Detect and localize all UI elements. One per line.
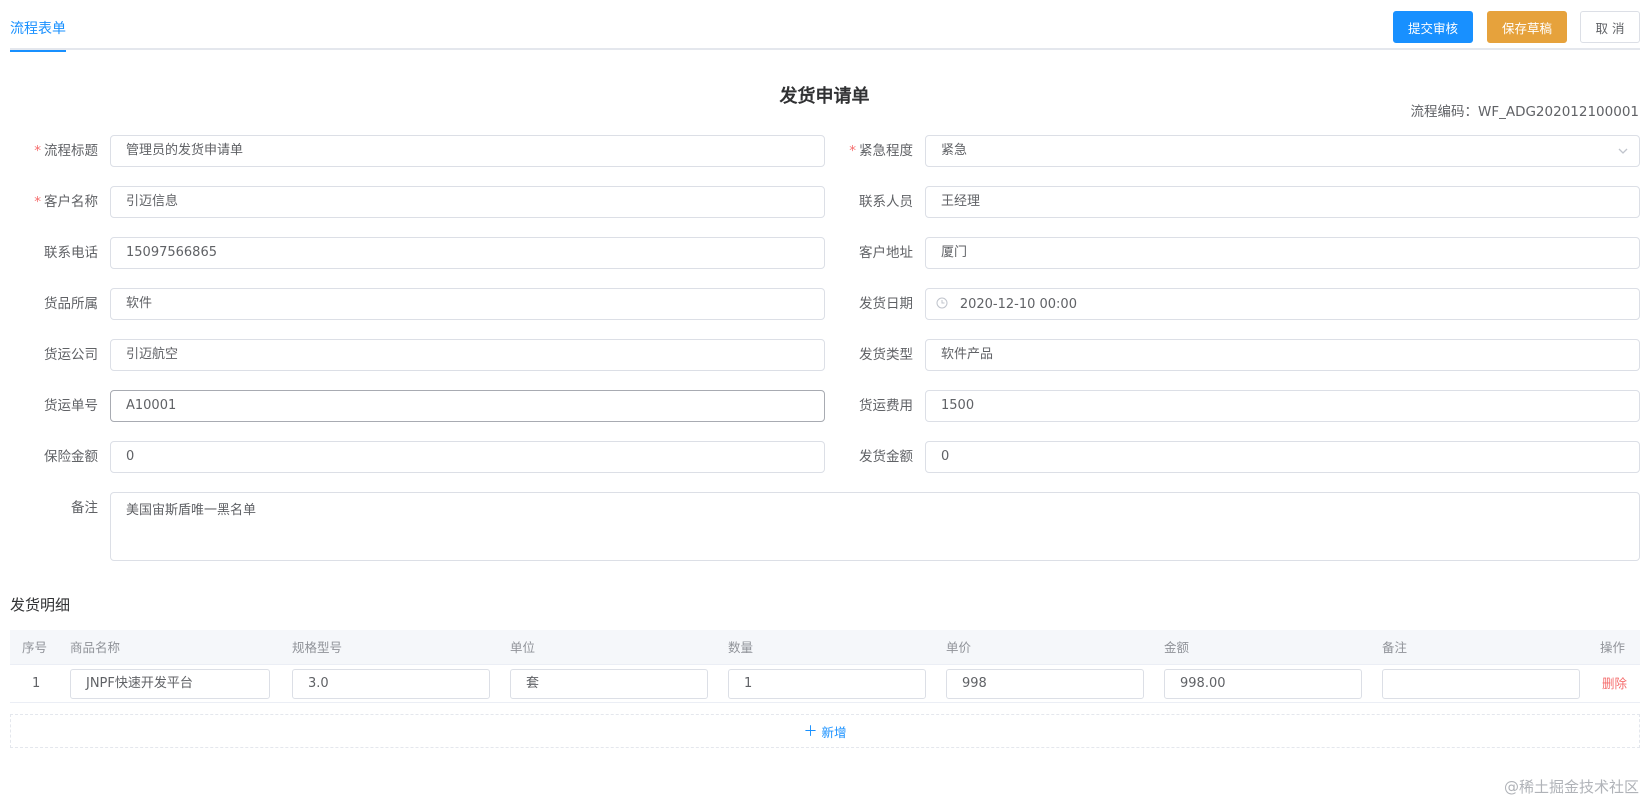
- urgency-select[interactable]: 紧急: [925, 135, 1640, 167]
- goods-category-input[interactable]: 软件: [110, 288, 825, 320]
- col-name: 商品名称: [70, 640, 121, 655]
- ship-type-input[interactable]: 软件产品: [925, 339, 1640, 371]
- remark-textarea[interactable]: 美国宙斯盾唯一黑名单: [110, 492, 1640, 561]
- ship-amount-label: 发货金额: [859, 449, 913, 465]
- col-remark: 备注: [1382, 640, 1408, 655]
- col-unit: 单位: [510, 640, 536, 655]
- delete-label[interactable]: 删除: [1602, 676, 1627, 691]
- form-title: 发货申请单: [779, 86, 870, 107]
- col-action: 操作: [1600, 640, 1626, 655]
- flow-title-input[interactable]: 管理员的发货申请单: [110, 135, 825, 167]
- ship-date-value: 2020-12-10 00:00: [959, 297, 1077, 312]
- flow-title-label: * 流程标题: [34, 143, 98, 159]
- freight-number-label: 货运单号: [44, 398, 98, 414]
- customer-name-label: * 客户名称: [34, 194, 98, 210]
- col-spec: 规格型号: [292, 640, 343, 655]
- delete-row-link[interactable]: 删除: [1602, 665, 1627, 703]
- top-bar: 流程表单 提交审核 保存草稿 取 消: [10, 0, 1640, 52]
- price-input[interactable]: 998: [946, 669, 1144, 699]
- ship-type-label: 发货类型: [859, 347, 913, 363]
- col-index: 序号: [22, 640, 48, 655]
- watermark: @稀土掘金技术社区: [1503, 778, 1639, 796]
- add-row-label: 新增: [821, 724, 847, 740]
- col-price: 单价: [946, 640, 972, 655]
- plus-icon: ＋: [803, 724, 818, 740]
- unit-input[interactable]: 套: [510, 669, 708, 699]
- qty-input[interactable]: 1: [728, 669, 926, 699]
- customer-name-input[interactable]: 引迈信息: [110, 186, 825, 218]
- table-header: 序号 商品名称 规格型号 单位 数量 单价 金额 备注 操作: [10, 630, 1640, 665]
- urgency-label: * 紧急程度: [849, 143, 913, 159]
- save-draft-button[interactable]: 保存草稿: [1487, 11, 1567, 43]
- contact-phone-input[interactable]: 15097566865: [110, 237, 825, 269]
- flow-code: 流程编码：WF_ADG202012100001: [1410, 104, 1639, 120]
- tab-flow-form[interactable]: 流程表单: [10, 18, 66, 52]
- clock-icon: [936, 297, 952, 311]
- insurance-amount-label: 保险金额: [44, 449, 98, 465]
- freight-cost-label: 货运费用: [859, 398, 913, 414]
- customer-address-label: 客户地址: [859, 245, 913, 261]
- ship-amount-input[interactable]: 0: [925, 441, 1640, 473]
- submit-review-button[interactable]: 提交审核: [1393, 11, 1473, 43]
- remark-label: 备注: [71, 500, 98, 516]
- add-row-button[interactable]: ＋ 新增: [10, 714, 1640, 748]
- details-section-title: 发货明细: [10, 596, 71, 614]
- urgency-value: 紧急: [941, 143, 968, 158]
- insurance-amount-input[interactable]: 0: [110, 441, 825, 473]
- chevron-down-icon: [1617, 136, 1629, 166]
- goods-category-label: 货品所属: [44, 296, 98, 312]
- row-remark-input[interactable]: [1382, 669, 1580, 699]
- contact-phone-label: 联系电话: [44, 245, 98, 261]
- freight-company-input[interactable]: 引迈航空: [110, 339, 825, 371]
- spec-input[interactable]: 3.0: [292, 669, 490, 699]
- row-index: 1: [32, 676, 41, 691]
- contact-person-label: 联系人员: [859, 194, 913, 210]
- amount-input[interactable]: 998.00: [1164, 669, 1362, 699]
- ship-date-picker[interactable]: 2020-12-10 00:00: [925, 288, 1640, 320]
- col-qty: 数量: [728, 640, 754, 655]
- col-amount: 金额: [1164, 640, 1190, 655]
- cancel-button[interactable]: 取 消: [1580, 11, 1640, 43]
- ship-date-label: 发货日期: [859, 296, 913, 312]
- product-name-input[interactable]: JNPF快速开发平台: [70, 669, 270, 699]
- customer-address-input[interactable]: 厦门: [925, 237, 1640, 269]
- table-row: 1 JNPF快速开发平台 3.0 套 1 998 998.00 删除: [10, 665, 1640, 703]
- freight-cost-input[interactable]: 1500: [925, 390, 1640, 422]
- freight-number-input[interactable]: A10001: [110, 390, 825, 422]
- details-table: 序号 商品名称 规格型号 单位 数量 单价 金额 备注 操作 1 JNPF快速开…: [10, 630, 1640, 703]
- contact-person-input[interactable]: 王经理: [925, 186, 1640, 218]
- page: 流程表单 提交审核 保存草稿 取 消 发货申请单 流程编码：WF_ADG2020…: [0, 0, 1649, 802]
- freight-company-label: 货运公司: [44, 347, 98, 363]
